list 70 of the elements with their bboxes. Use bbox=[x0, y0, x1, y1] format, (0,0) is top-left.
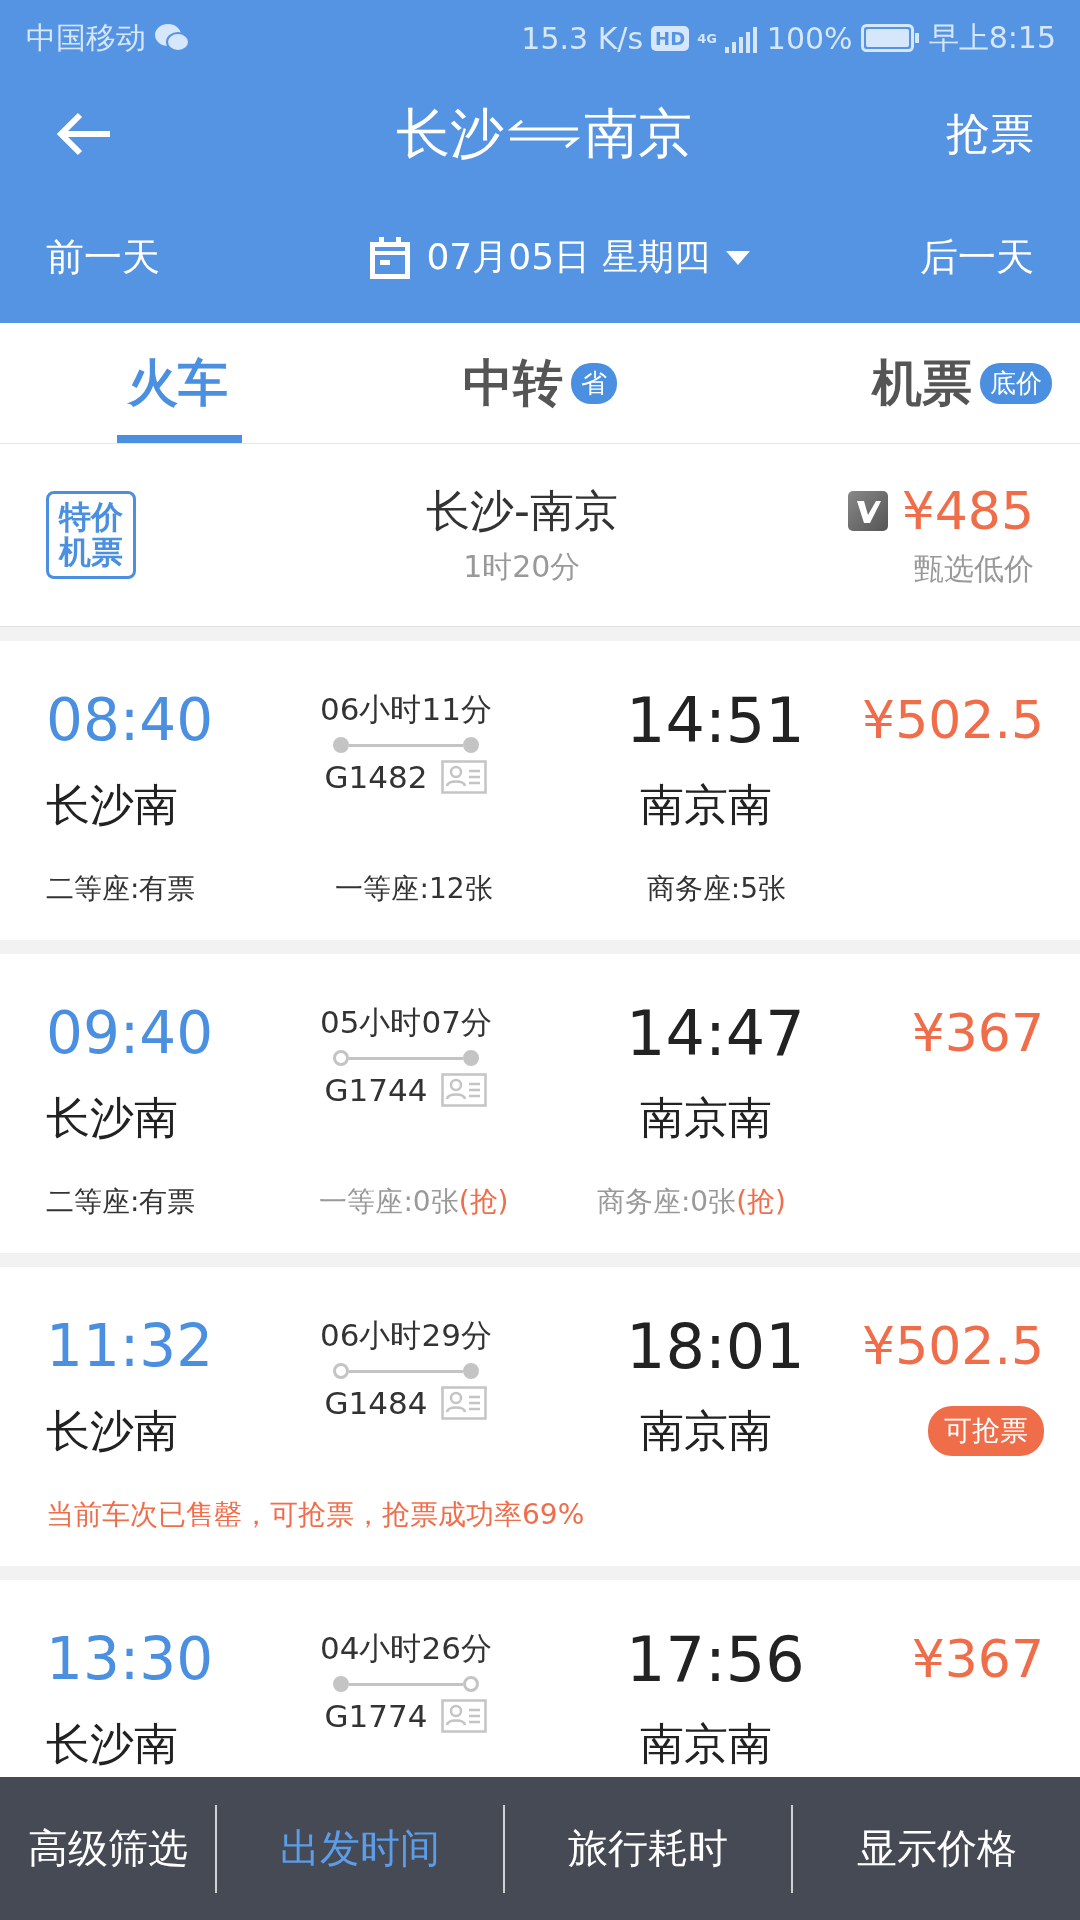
departure-time: 11:32 bbox=[46, 1312, 214, 1380]
sort-filter-button[interactable]: 高级筛选 bbox=[0, 1804, 215, 1893]
train-number: G1482 bbox=[324, 759, 428, 795]
departure-station: 长沙南 bbox=[46, 1090, 178, 1145]
seat-availability: 一等座:12张 bbox=[335, 870, 493, 907]
swap-arrows-icon bbox=[508, 119, 580, 149]
tab[interactable]: 中转 省 bbox=[360, 323, 720, 443]
train-card[interactable]: 13:30 04小时26分 G1774 17:56 ¥367 长沙南 南京南 bbox=[0, 1580, 1080, 1777]
flight-route: 长沙-南京 bbox=[425, 484, 618, 538]
arrival-time: 14:47 bbox=[626, 996, 805, 1070]
carrier-name: 中国移动 bbox=[26, 18, 146, 57]
travel-duration: 06小时29分 bbox=[320, 1316, 492, 1355]
flight-price: ¥485 bbox=[901, 480, 1034, 541]
arrival-station: 南京南 bbox=[640, 1403, 772, 1458]
network-type: 4G bbox=[697, 31, 717, 45]
tab[interactable]: 机票 底价 bbox=[720, 323, 1080, 443]
seat-availability: 二等座:有票 bbox=[46, 1183, 196, 1220]
train-number: G1744 bbox=[324, 1072, 428, 1108]
ticket-price: ¥367 bbox=[911, 1629, 1044, 1689]
arrival-station: 南京南 bbox=[640, 1716, 772, 1771]
seat-availability: 商务座:0张 bbox=[596, 1183, 737, 1220]
travel-duration: 06小时11分 bbox=[320, 690, 492, 729]
train-number: G1484 bbox=[324, 1385, 428, 1421]
train-number: G1774 bbox=[324, 1698, 428, 1734]
id-card-icon bbox=[441, 1073, 488, 1107]
departure-station: 长沙南 bbox=[46, 1403, 178, 1458]
ticket-price: ¥367 bbox=[911, 1003, 1044, 1063]
calendar-icon bbox=[370, 236, 411, 279]
sort-filter-button[interactable]: 显示价格 bbox=[791, 1804, 1080, 1893]
arrival-time: 18:01 bbox=[626, 1309, 805, 1383]
clock: 早上8:15 bbox=[928, 18, 1056, 57]
arrival-station: 南京南 bbox=[640, 1090, 772, 1145]
id-card-icon bbox=[441, 760, 488, 794]
travel-duration: 04小时26分 bbox=[320, 1629, 492, 1668]
origin-city: 长沙 bbox=[396, 100, 504, 167]
v-logo-icon bbox=[847, 490, 888, 531]
ticket-price: ¥502.5 bbox=[862, 1316, 1044, 1376]
battery-level: 100% bbox=[766, 20, 853, 56]
destination-city: 南京 bbox=[584, 100, 692, 167]
battery-icon bbox=[860, 24, 921, 52]
departure-station: 长沙南 bbox=[46, 777, 178, 832]
back-icon[interactable] bbox=[56, 112, 112, 156]
wechat-icon bbox=[154, 23, 190, 53]
arrival-time: 14:51 bbox=[626, 683, 805, 757]
seat-availability: 二等座:有票 bbox=[46, 870, 196, 907]
departure-time: 13:30 bbox=[46, 1625, 214, 1693]
special-flight-tag: 特价机票 bbox=[46, 490, 136, 580]
tab-badge: 底价 bbox=[980, 362, 1052, 404]
arrival-time: 17:56 bbox=[626, 1622, 805, 1696]
arrival-station: 南京南 bbox=[640, 777, 772, 832]
train-card[interactable]: 11:32 06小时29分 G1484 18:01 ¥502.5 长沙南 南京南 可抢票 当前车次已售罄，可抢票，抢票成功率69% bbox=[0, 1267, 1080, 1566]
flight-promo-card[interactable]: 特价机票 长沙-南京 1时20分 ¥485 甄选低价 bbox=[0, 444, 1080, 626]
sort-filter-button[interactable]: 旅行耗时 bbox=[503, 1804, 791, 1893]
hd-badge: HD bbox=[651, 25, 690, 51]
departure-time: 09:40 bbox=[46, 999, 214, 1067]
id-card-icon bbox=[441, 1699, 488, 1733]
seat-availability: 商务座:5张 bbox=[646, 870, 786, 907]
price-note: 甄选低价 bbox=[914, 549, 1034, 588]
travel-duration: 05小时07分 bbox=[320, 1003, 492, 1042]
sold-out-notice: 当前车次已售罄，可抢票，抢票成功率69% bbox=[46, 1496, 585, 1533]
id-card-icon bbox=[441, 1386, 488, 1420]
tab-badge: 省 bbox=[571, 362, 617, 404]
caret-icon bbox=[725, 250, 750, 265]
flight-duration: 1时20分 bbox=[463, 548, 581, 586]
departure-time: 08:40 bbox=[46, 686, 214, 754]
network-speed: 15.3 K/s bbox=[521, 20, 644, 56]
ticket-price: ¥502.5 bbox=[862, 690, 1044, 750]
train-card[interactable]: 08:40 06小时11分 G1482 14:51 ¥502.5 长沙南 南京南 二等座:有票 一等座:12张 商务座:5张 bbox=[0, 641, 1080, 940]
departure-station: 长沙南 bbox=[46, 1716, 178, 1771]
seat-availability: 一等座:0张 bbox=[319, 1183, 459, 1220]
